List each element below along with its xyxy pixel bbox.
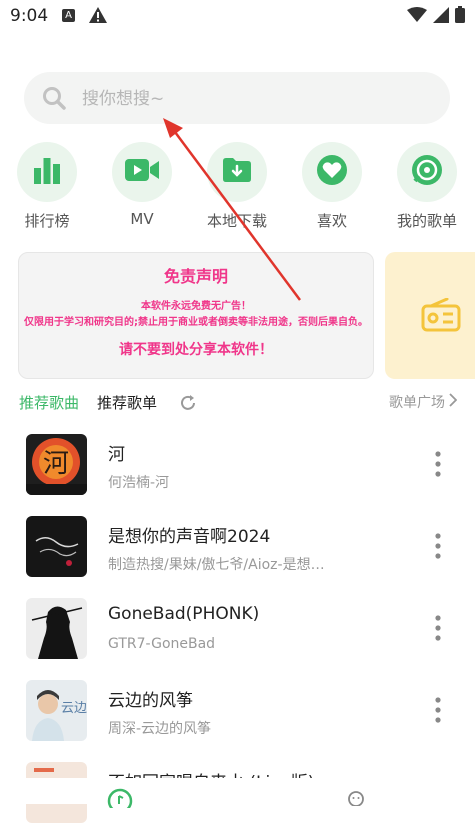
song-title: 是想你的声音啊2024 — [108, 527, 271, 547]
song-title: 云边的风筝 — [108, 691, 193, 711]
song-row[interactable]: GoneBad(PHONK) GTR7-GoneBad — [0, 588, 475, 670]
category-label: 本地下载 — [206, 212, 267, 230]
accessibility-badge-icon: A — [62, 9, 75, 22]
banner-line-2: 仅限用于学习和研究目的;禁止用于商业或者倒卖等非法用途，否则后果自负。 — [24, 317, 368, 328]
song-row[interactable]: 河 河 何浩楠-河 — [0, 424, 475, 506]
banner-footer: 请不要到处分享本软件！ — [119, 342, 273, 358]
song-subtitle: 何浩楠-河 — [108, 475, 170, 491]
tab-recommend-lists[interactable]: 推荐歌单 — [97, 392, 157, 413]
category-label: 喜欢 — [316, 212, 347, 230]
song-row[interactable]: 是想你的声音啊2024 制造热搜/果妹/傲七爷/Aioz-是想… — [0, 506, 475, 588]
search-bar[interactable] — [24, 72, 450, 126]
search-input[interactable] — [80, 72, 424, 126]
more-options-icon[interactable] — [431, 532, 445, 562]
category-label: MV — [130, 210, 154, 228]
signal-icon — [433, 6, 449, 27]
warning-icon — [88, 6, 108, 28]
radio-icon — [421, 297, 461, 336]
chart-bars-icon — [32, 156, 62, 188]
search-icon — [42, 86, 66, 114]
category-label: 排行榜 — [24, 212, 70, 230]
refresh-icon[interactable] — [178, 393, 198, 417]
category-row: 排行榜 MV 本地下载 喜欢 我的歌单 — [0, 142, 475, 232]
more-options-icon[interactable] — [431, 614, 445, 644]
chevron-right-icon — [449, 393, 458, 411]
battery-icon — [455, 6, 465, 27]
banner-line-1: 本软件永远免费无广告！ — [141, 301, 251, 312]
status-bar: 9:04 A — [0, 0, 475, 34]
nav-music-icon[interactable] — [107, 788, 133, 814]
svg-text:河: 河 — [43, 449, 69, 479]
song-title: GoneBad(PHONK) — [108, 604, 260, 624]
song-subtitle: GTR7-GoneBad — [108, 636, 216, 652]
recommend-tabs: 推荐歌曲 推荐歌单 歌单广场 — [0, 390, 475, 416]
playlist-plaza-link[interactable]: 歌单广场 — [389, 392, 458, 412]
category-local-download[interactable]: 本地下载 — [192, 142, 282, 231]
more-options-icon[interactable] — [431, 696, 445, 726]
category-favorites[interactable]: 喜欢 — [287, 142, 377, 231]
category-my-playlists[interactable]: 我的歌单 — [382, 142, 472, 231]
more-options-icon[interactable] — [431, 450, 445, 480]
radio-banner[interactable] — [385, 252, 475, 379]
category-ranking[interactable]: 排行榜 — [2, 142, 92, 231]
song-subtitle: 制造热搜/果妹/傲七爷/Aioz-是想… — [108, 557, 325, 573]
disclaimer-banner[interactable]: 免责声明 本软件永远免费无广告！ 仅限用于学习和研究目的;禁止用于商业或者倒卖等… — [18, 252, 374, 379]
song-cover — [26, 516, 87, 577]
song-cover — [26, 598, 87, 659]
song-subtitle: 周深-云边的风筝 — [108, 721, 212, 737]
song-cover: 河 — [26, 434, 87, 495]
download-folder-icon — [223, 158, 251, 186]
status-time: 9:04 — [10, 6, 49, 26]
wifi-icon — [407, 6, 427, 27]
playlist-plaza-label: 歌单广场 — [389, 395, 445, 411]
category-mv[interactable]: MV — [97, 142, 187, 228]
category-label: 我的歌单 — [396, 212, 457, 230]
heart-icon — [316, 154, 348, 190]
song-row[interactable]: 云边 云边的风筝 周深-云边的风筝 — [0, 670, 475, 752]
tab-recommend-songs[interactable]: 推荐歌曲 — [19, 392, 79, 413]
svg-text:云边: 云边 — [61, 701, 87, 716]
bottom-nav — [0, 778, 475, 814]
playlist-disc-icon — [411, 154, 443, 190]
song-cover: 云边 — [26, 680, 87, 741]
song-title: 河 — [108, 445, 125, 465]
banner-title: 免责声明 — [163, 267, 228, 286]
video-camera-icon — [125, 158, 159, 186]
nav-profile-icon[interactable] — [347, 790, 365, 810]
